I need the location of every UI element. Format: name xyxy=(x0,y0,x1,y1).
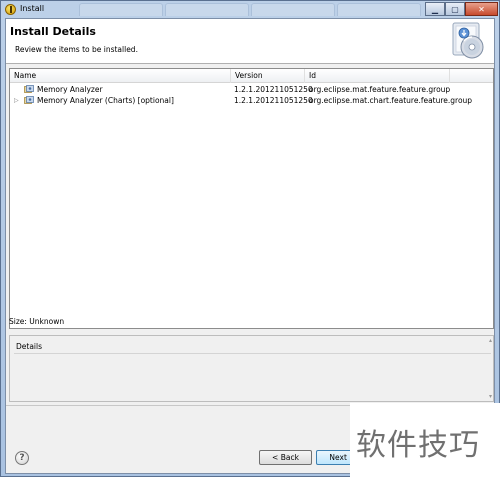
back-button[interactable]: < Back xyxy=(259,450,312,465)
expand-arrow-icon[interactable]: ▷ xyxy=(14,97,21,104)
eclipse-info-icon xyxy=(5,4,16,15)
row-id: org.eclipse.mat.chart.feature.feature.gr… xyxy=(309,96,473,105)
close-button[interactable]: ✕ xyxy=(465,2,498,16)
column-header-id[interactable]: Id xyxy=(305,69,450,83)
scroll-down-icon[interactable]: ▾ xyxy=(489,393,492,400)
tree-rows: Memory Analyzer 1.2.1.201211051250 org.e… xyxy=(10,84,493,106)
install-cd-icon xyxy=(452,22,484,59)
tree-header: Name Version Id xyxy=(10,69,493,83)
wizard-header: Install Details Review the items to be i… xyxy=(6,19,494,64)
row-name: Memory Analyzer xyxy=(37,85,103,94)
help-icon: ? xyxy=(19,453,25,463)
background-taskbar-tabs xyxy=(79,3,421,16)
background-tab xyxy=(251,3,335,16)
minimize-button[interactable]: ▁ xyxy=(425,2,445,16)
close-icon: ✕ xyxy=(478,4,485,14)
table-row[interactable]: Memory Analyzer 1.2.1.201211051250 org.e… xyxy=(10,84,493,95)
page-description: Review the items to be installed. xyxy=(15,45,138,54)
watermark-overlay: 软件技巧 xyxy=(350,403,500,477)
details-label: Details xyxy=(16,342,43,351)
column-header-filler xyxy=(450,69,493,83)
details-group: Details ▴ ▾ xyxy=(9,335,494,402)
maximize-button[interactable]: ▢ xyxy=(445,2,465,16)
window-controls: ▁ ▢ ✕ xyxy=(425,2,498,16)
background-tab xyxy=(337,3,421,16)
page-title: Install Details xyxy=(10,25,96,38)
scroll-up-icon[interactable]: ▴ xyxy=(489,337,492,344)
table-row[interactable]: ▷ Memory Analyzer (Charts) [optional] 1.… xyxy=(10,95,493,106)
help-button[interactable]: ? xyxy=(15,451,29,465)
background-tab xyxy=(165,3,249,16)
details-scrollbar[interactable]: ▴ ▾ xyxy=(485,336,493,401)
watermark-text: 软件技巧 xyxy=(356,428,480,463)
details-text-area[interactable] xyxy=(14,353,491,400)
background-tab xyxy=(79,3,163,16)
row-name: Memory Analyzer (Charts) [optional] xyxy=(37,96,174,105)
size-label: Size: Unknown xyxy=(9,317,65,326)
install-items-tree[interactable]: Name Version Id Memory Analyzer 1.2.1.20… xyxy=(9,68,494,329)
maximize-icon: ▢ xyxy=(451,4,459,14)
window-title: Install xyxy=(20,4,45,13)
column-header-version[interactable]: Version xyxy=(231,69,305,83)
row-version: 1.2.1.201211051250 xyxy=(234,96,313,105)
title-bar: Install ▁ ▢ ✕ xyxy=(1,1,500,18)
column-header-name[interactable]: Name xyxy=(10,69,231,83)
feature-plugin-icon xyxy=(24,96,34,104)
minimize-icon: ▁ xyxy=(431,4,439,14)
row-version: 1.2.1.201211051250 xyxy=(234,85,313,94)
feature-plugin-icon xyxy=(24,85,34,93)
row-id: org.eclipse.mat.feature.feature.group xyxy=(309,85,451,94)
